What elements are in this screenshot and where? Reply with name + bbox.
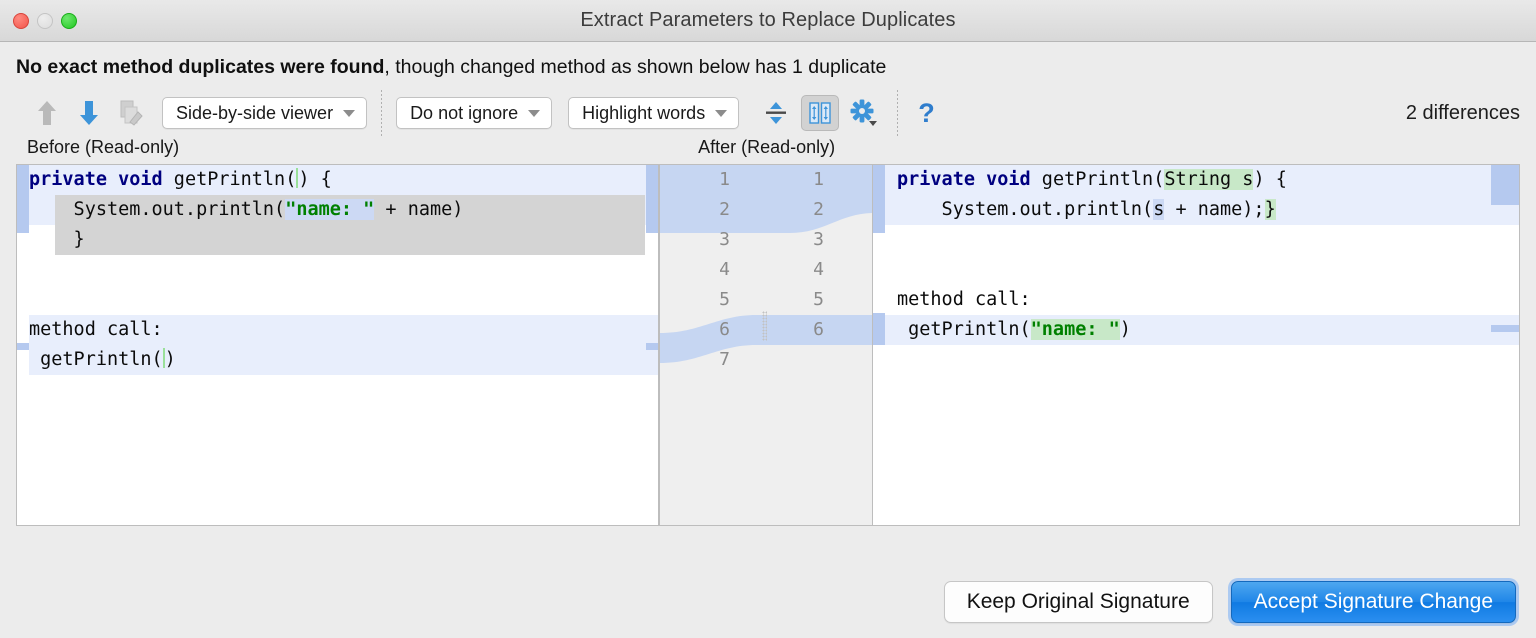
question-mark-icon[interactable]: ? xyxy=(912,98,941,129)
arrow-up-icon[interactable] xyxy=(30,96,64,130)
edit-file-icon xyxy=(114,96,148,130)
token-keyword-void: void xyxy=(118,169,163,190)
ignore-mode-dropdown[interactable]: Do not ignore xyxy=(396,97,552,129)
token-brace: ) { xyxy=(298,169,331,190)
right-pane-label: After (Read-only) xyxy=(698,137,835,158)
left-code[interactable]: private void getPrintln() { System.out.p… xyxy=(29,165,646,525)
window-title: Extract Parameters to Replace Duplicates xyxy=(0,9,1536,32)
token-method-call-label: method call: xyxy=(897,289,1031,310)
highlight-mode-dropdown[interactable]: Highlight words xyxy=(568,97,739,129)
token-inserted-string: "name: " xyxy=(1031,319,1120,340)
line-number: 5 xyxy=(800,285,824,315)
token-method-call-label: method call: xyxy=(29,319,163,340)
chevron-down-icon xyxy=(528,110,540,117)
diff-drag-handle[interactable] xyxy=(762,311,767,341)
line-number: 3 xyxy=(800,225,824,255)
line-number: 7 xyxy=(706,345,730,375)
toolbar-separator-1 xyxy=(381,90,382,136)
change-marker xyxy=(17,165,29,233)
chevron-down-icon xyxy=(343,110,355,117)
token-call-close: ) xyxy=(1120,319,1131,340)
token-call-name: getPrintln( xyxy=(897,319,1031,340)
change-marker xyxy=(646,343,658,350)
summary-rest: , though changed method as shown below h… xyxy=(384,56,886,78)
token-println-call: System.out.println( xyxy=(29,199,285,220)
pane-labels: Before (Read-only) After (Read-only) xyxy=(0,137,1536,164)
token-brace: ) { xyxy=(1253,169,1286,190)
token-concat: + name) xyxy=(374,199,463,220)
diff-band-1 xyxy=(660,165,872,233)
dialog-footer: Keep Original Signature Accept Signature… xyxy=(0,566,1536,638)
line-number: 4 xyxy=(706,255,730,285)
token-string-literal: "name: " xyxy=(285,199,374,220)
line-number: 2 xyxy=(706,195,730,225)
change-marker xyxy=(646,165,658,233)
collapse-unchanged-icon[interactable] xyxy=(757,95,795,131)
right-scroll-markers[interactable] xyxy=(1491,165,1519,525)
diff-viewer: private void getPrintln() { System.out.p… xyxy=(16,164,1520,526)
token-keyword-private: private xyxy=(29,169,107,190)
left-change-markers xyxy=(17,165,29,525)
right-editor-pane[interactable]: private void getPrintln(String s) { Syst… xyxy=(873,165,1519,525)
line-number: 5 xyxy=(706,285,730,315)
ignore-mode-label: Do not ignore xyxy=(410,103,518,124)
line-number: 2 xyxy=(800,195,824,225)
token-inserted-parameter: String s xyxy=(1164,169,1253,190)
change-marker xyxy=(873,313,885,345)
token-keyword-private: private xyxy=(897,169,975,190)
token-concat: + name); xyxy=(1164,199,1264,220)
right-change-markers xyxy=(873,165,885,525)
token-changed-arg: s xyxy=(1153,199,1164,220)
diff-toolbar: Side-by-side viewer Do not ignore Highli… xyxy=(0,89,1536,137)
diff-gutter[interactable]: 1 2 3 4 5 6 7 1 2 3 4 5 6 xyxy=(659,165,873,525)
gear-icon[interactable] xyxy=(845,95,883,131)
change-marker xyxy=(17,343,29,350)
token-method-name: getPrintln( xyxy=(1031,169,1165,190)
change-marker xyxy=(1491,325,1519,332)
line-number: 6 xyxy=(706,315,730,345)
viewer-mode-label: Side-by-side viewer xyxy=(176,103,333,124)
accept-signature-change-button[interactable]: Accept Signature Change xyxy=(1231,581,1516,623)
token-close-brace: } xyxy=(29,229,85,250)
token-keyword-void: void xyxy=(986,169,1031,190)
line-number: 1 xyxy=(800,165,824,195)
viewer-mode-dropdown[interactable]: Side-by-side viewer xyxy=(162,97,367,129)
summary-emphasis: No exact method duplicates were found xyxy=(16,56,384,78)
line-number: 6 xyxy=(800,315,824,345)
line-number: 1 xyxy=(706,165,730,195)
line-number: 4 xyxy=(800,255,824,285)
token-call-name: getPrintln( xyxy=(29,349,163,370)
synchronize-scroll-icon[interactable] xyxy=(801,95,839,131)
left-pane-label: Before (Read-only) xyxy=(27,137,179,158)
token-println-call: System.out.println( xyxy=(897,199,1153,220)
keep-original-signature-button[interactable]: Keep Original Signature xyxy=(944,581,1213,623)
change-marker xyxy=(1491,165,1519,205)
arrow-down-icon[interactable] xyxy=(72,96,106,130)
token-method-name: getPrintln( xyxy=(163,169,297,190)
window-titlebar: Extract Parameters to Replace Duplicates xyxy=(0,0,1536,42)
right-code[interactable]: private void getPrintln(String s) { Syst… xyxy=(897,165,1507,525)
token-call-close: ) xyxy=(165,349,176,370)
chevron-down-icon xyxy=(715,110,727,117)
differences-count: 2 differences xyxy=(1406,102,1520,125)
summary-message: No exact method duplicates were found, t… xyxy=(0,42,1536,89)
line-number: 3 xyxy=(706,225,730,255)
change-marker xyxy=(873,165,885,233)
token-inserted-brace: } xyxy=(1265,199,1276,220)
left-scroll-markers[interactable] xyxy=(646,165,658,525)
highlight-mode-label: Highlight words xyxy=(582,103,705,124)
left-editor-pane[interactable]: private void getPrintln() { System.out.p… xyxy=(17,165,659,525)
toolbar-separator-2 xyxy=(897,90,898,136)
